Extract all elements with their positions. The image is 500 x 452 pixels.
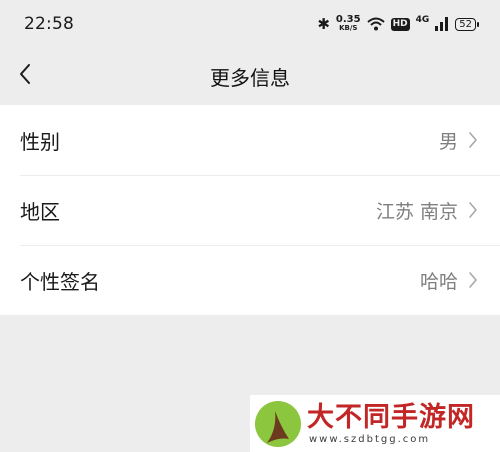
signal-icon xyxy=(435,17,449,31)
list-item-label: 个性签名 xyxy=(20,269,100,294)
network-speed-value: 0.35 xyxy=(335,14,361,25)
list-item-value: 哈哈 xyxy=(419,270,458,293)
wifi-icon xyxy=(366,17,385,31)
chevron-right-icon xyxy=(469,272,477,288)
list-item-value: 江苏 南京 xyxy=(375,200,458,223)
battery-indicator: 52 xyxy=(455,17,479,31)
watermark: 大不同手游网 www.szdbtgg.com xyxy=(250,395,500,452)
chevron-right-icon xyxy=(469,132,477,148)
screen: 22:58 ✱ 0.35 KB/S HD 4G 52 更多信息 性别 男 地区 … xyxy=(0,0,500,452)
network-type: 4G xyxy=(415,15,430,25)
info-list: 性别 男 地区 江苏 南京 个性签名 哈哈 xyxy=(0,105,500,315)
list-item-right: 哈哈 xyxy=(420,267,478,294)
nav-header: 更多信息 xyxy=(0,48,500,104)
list-item-label: 性别 xyxy=(20,129,60,154)
network-speed: 0.35 KB/S xyxy=(335,14,361,33)
list-item-gender[interactable]: 性别 男 xyxy=(0,105,500,175)
page-title: 更多信息 xyxy=(210,65,290,90)
hd-badge: HD xyxy=(390,17,410,31)
list-item-right: 男 xyxy=(439,127,478,154)
watermark-logo-icon xyxy=(255,400,301,447)
list-item-region[interactable]: 地区 江苏 南京 xyxy=(0,175,500,245)
status-icons: ✱ 0.35 KB/S HD 4G 52 xyxy=(317,14,479,33)
list-item-right: 江苏 南京 xyxy=(376,197,478,224)
status-bar: 22:58 ✱ 0.35 KB/S HD 4G 52 xyxy=(0,0,500,48)
status-time: 22:58 xyxy=(24,14,74,34)
list-item-label: 地区 xyxy=(20,199,60,224)
list-item-signature[interactable]: 个性签名 哈哈 xyxy=(0,245,500,315)
chevron-right-icon xyxy=(469,202,477,218)
watermark-name: 大不同手游网 xyxy=(307,401,475,433)
watermark-url: www.szdbtgg.com xyxy=(309,433,431,445)
chevron-left-icon[interactable] xyxy=(14,62,38,86)
list-item-value: 男 xyxy=(438,130,458,153)
bluetooth-icon: ✱ xyxy=(317,15,330,33)
network-speed-unit: KB/S xyxy=(339,24,358,32)
watermark-text: 大不同手游网 www.szdbtgg.com xyxy=(307,402,475,446)
